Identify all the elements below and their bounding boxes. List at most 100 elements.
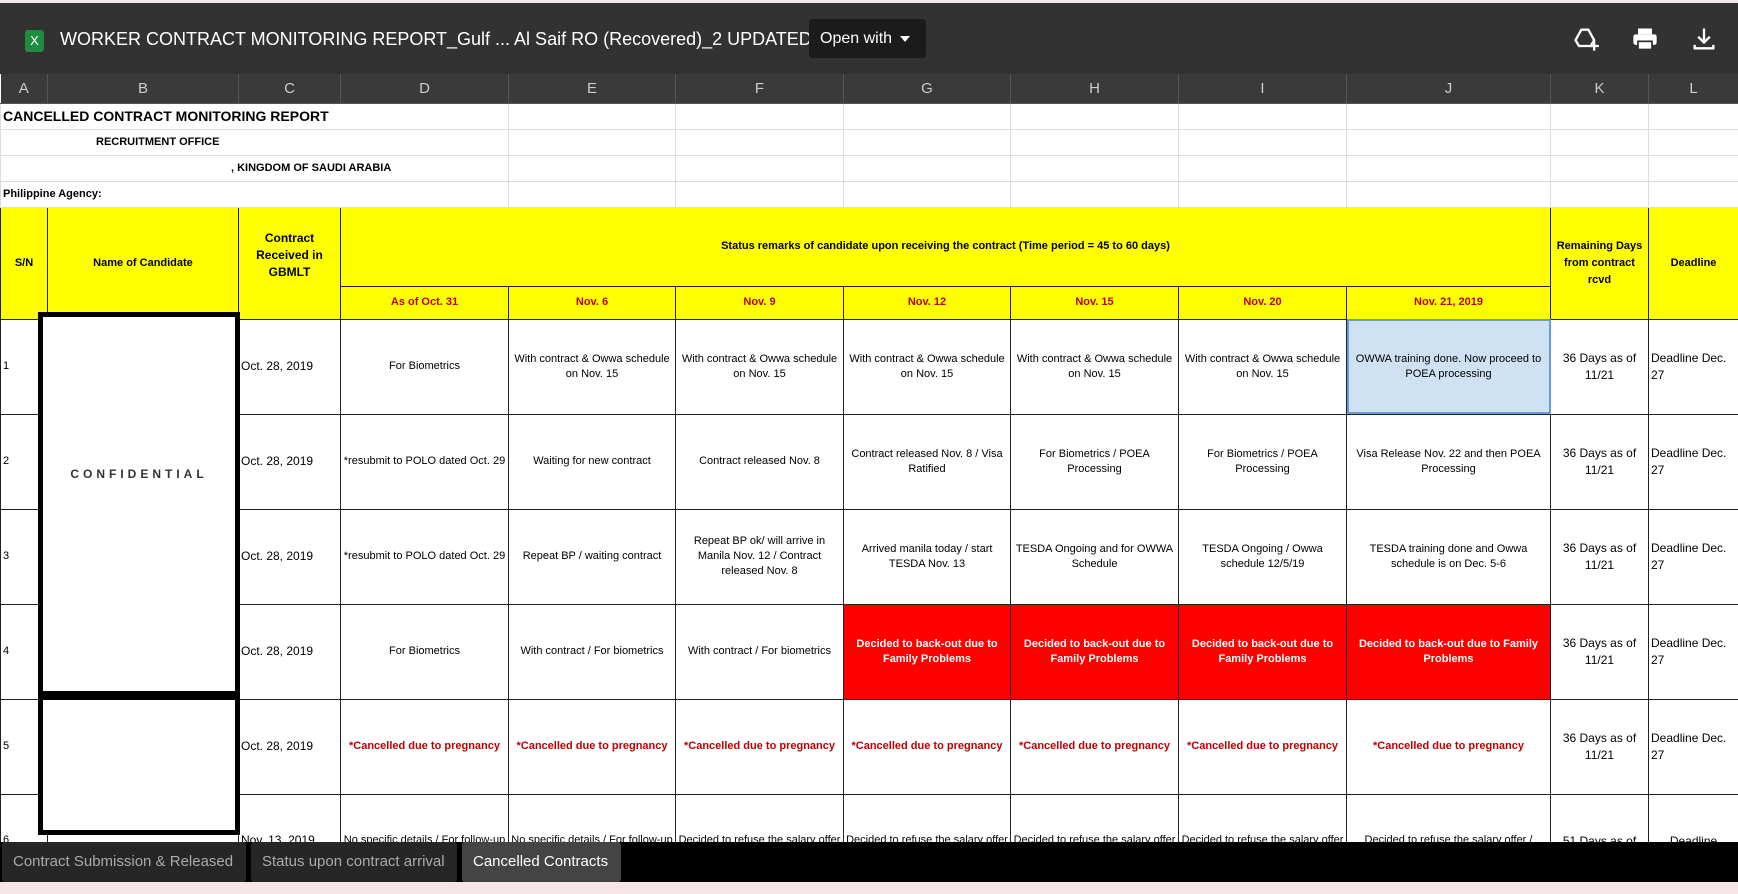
column-header-c[interactable]: C <box>238 74 341 104</box>
tab-cancelled-contracts[interactable]: Cancelled Contracts <box>462 842 621 882</box>
remaining-days-cell[interactable]: 36 Days as of 11/21 <box>1550 698 1649 795</box>
status-cell[interactable]: No specific details / For follow-up <box>340 793 509 842</box>
sheet-tabs: Contract Submission & Released Status up… <box>0 842 1738 882</box>
print-icon[interactable] <box>1631 25 1659 53</box>
status-cell[interactable]: Repeat BP ok/ will arrive in Manila Nov.… <box>675 508 844 605</box>
column-header-f[interactable]: F <box>675 74 844 104</box>
header-date: Nov. 20 <box>1178 285 1347 320</box>
column-header-i[interactable]: I <box>1178 74 1347 104</box>
contract-received-cell[interactable]: Oct. 28, 2019 <box>238 508 341 605</box>
status-cell[interactable]: Decided to refuse the salary offer <box>1178 793 1347 842</box>
contract-received-cell[interactable]: Nov. 13, 2019 <box>238 793 341 842</box>
status-cell[interactable]: Decided to refuse the salary offer <box>1010 793 1179 842</box>
status-cell[interactable]: For Biometrics <box>340 318 509 415</box>
status-cell[interactable]: Decided to back-out due to Family Proble… <box>1010 603 1179 700</box>
status-cell[interactable]: With contract & Owwa schedule on Nov. 15 <box>675 318 844 415</box>
status-cell[interactable]: For Biometrics / POEA Processing <box>1178 413 1347 510</box>
tab-label: Cancelled Contracts <box>473 853 609 870</box>
header-received: Contract Received in GBMLT <box>238 206 341 320</box>
contract-received-cell[interactable]: Oct. 28, 2019 <box>238 413 341 510</box>
column-header-k[interactable]: K <box>1550 74 1649 104</box>
status-cell[interactable]: *Cancelled due to pregnancy <box>340 698 509 795</box>
table-row: 2 Oct. 28, 2019 *resubmit to POLO dated Oc… <box>0 413 1738 510</box>
header-date: As of Oct. 31 <box>340 285 509 320</box>
remaining-days-cell[interactable]: 36 Days as of 11/21 <box>1550 508 1649 605</box>
status-cell[interactable]: With contract & Owwa schedule on Nov. 15 <box>508 318 676 415</box>
deadline-cell[interactable]: Deadline Dec. 27 <box>1648 413 1738 510</box>
redacted-names-box: CONFIDENTIAL <box>38 312 240 696</box>
deadline-cell[interactable]: Deadline Dec. 27 <box>1648 603 1738 700</box>
column-header-h[interactable]: H <box>1010 74 1179 104</box>
status-cell[interactable]: *Cancelled due to pregnancy <box>1178 698 1347 795</box>
chevron-down-icon <box>900 35 911 42</box>
remaining-days-cell[interactable]: 36 Days as of 11/21 <box>1550 603 1649 700</box>
tab-status-upon-arrival[interactable]: Status upon contract arrival <box>251 842 457 882</box>
deadline-cell[interactable]: Deadline Dec. 27 <box>1648 698 1738 795</box>
remaining-days-cell[interactable]: 51 Days as of <box>1550 793 1649 842</box>
status-cell[interactable]: *Cancelled due to pregnancy <box>1010 698 1179 795</box>
contract-received-cell[interactable]: Oct. 28, 2019 <box>238 603 341 700</box>
status-cell[interactable]: Visa Release Nov. 22 and then POEA Proce… <box>1346 413 1551 510</box>
column-header-j[interactable]: J <box>1346 74 1551 104</box>
status-cell[interactable]: TESDA Ongoing / Owwa schedule 12/5/19 <box>1178 508 1347 605</box>
status-cell[interactable]: No specific details / For follow-up <box>508 793 676 842</box>
status-cell[interactable]: *Cancelled due to pregnancy <box>1346 698 1551 795</box>
status-cell[interactable]: Decided to refuse the salary offer <box>843 793 1011 842</box>
header-deadline: Deadline <box>1648 206 1738 320</box>
header-date: Nov. 6 <box>508 285 676 320</box>
status-cell[interactable]: Decided to refuse the salary offer <box>675 793 844 842</box>
deadline-cell[interactable]: Deadline Dec. 27 <box>1648 508 1738 605</box>
column-header-e[interactable]: E <box>508 74 676 104</box>
open-with-button[interactable]: Open with <box>809 19 926 58</box>
deadline-cell[interactable]: Deadline <box>1648 793 1738 842</box>
header-date: Nov. 15 <box>1010 285 1179 320</box>
status-cell[interactable]: With contract / For biometrics <box>675 603 844 700</box>
deadline-cell[interactable]: Deadline Dec. 27 <box>1648 318 1738 415</box>
status-cell[interactable]: *Cancelled due to pregnancy <box>508 698 676 795</box>
status-cell[interactable]: Arrived manila today / start TESDA Nov. … <box>843 508 1011 605</box>
column-header-b[interactable]: B <box>47 74 239 104</box>
download-icon[interactable] <box>1690 25 1718 53</box>
remaining-days-cell[interactable]: 36 Days as of 11/21 <box>1550 413 1649 510</box>
status-cell[interactable]: *resubmit to POLO dated Oct. 29 <box>340 508 509 605</box>
remaining-days-cell[interactable]: 36 Days as of 11/21 <box>1550 318 1649 415</box>
status-cell[interactable]: Decided to back-out due to Family Proble… <box>843 603 1011 700</box>
status-cell[interactable]: TESDA training done and Owwa schedule is… <box>1346 508 1551 605</box>
spreadsheet-grid[interactable]: ABCDEFGHIJKL CANCELLED CONTRACT MONITORI… <box>0 74 1738 842</box>
status-cell[interactable]: For Biometrics <box>340 603 509 700</box>
status-cell[interactable]: With contract & Owwa schedule on Nov. 15 <box>843 318 1011 415</box>
status-cell[interactable]: Decided to refuse the salary offer / <box>1346 793 1551 842</box>
status-cell[interactable]: Repeat BP / waiting contract <box>508 508 676 605</box>
header-date: Nov. 9 <box>675 285 844 320</box>
status-cell[interactable]: Contract released Nov. 8 <box>675 413 844 510</box>
contract-received-cell[interactable]: Oct. 28, 2019 <box>238 698 341 795</box>
table-row: 3 Oct. 28, 2019 *resubmit to POLO dated Oc… <box>0 508 1738 605</box>
status-cell[interactable]: Waiting for new contract <box>508 413 676 510</box>
column-header-a[interactable]: A <box>0 74 48 104</box>
status-cell[interactable]: *Cancelled due to pregnancy <box>675 698 844 795</box>
tab-label: Status upon contract arrival <box>262 853 445 870</box>
status-cell[interactable]: OWWA training done. Now proceed to POEA … <box>1346 318 1551 415</box>
status-cell[interactable]: TESDA Ongoing and for OWWA Schedule <box>1010 508 1179 605</box>
confidential-label: CONFIDENTIAL <box>70 467 208 481</box>
status-cell[interactable]: *Cancelled due to pregnancy <box>843 698 1011 795</box>
file-title: WORKER CONTRACT MONITORING REPORT_Gulf .… <box>60 29 848 49</box>
add-to-drive-icon[interactable] <box>1572 25 1600 53</box>
table-row: 6 Nov. 13, 2019 No specific details / For … <box>0 793 1738 842</box>
status-cell[interactable]: For Biometrics / POEA Processing <box>1010 413 1179 510</box>
tab-contract-submission[interactable]: Contract Submission & Released <box>2 842 246 882</box>
viewer-toolbar: X WORKER CONTRACT MONITORING REPORT_Gulf… <box>0 3 1738 74</box>
status-cell[interactable]: With contract & Owwa schedule on Nov. 15 <box>1010 318 1179 415</box>
status-cell[interactable]: *resubmit to POLO dated Oct. 29 <box>340 413 509 510</box>
column-headers: ABCDEFGHIJKL <box>0 74 1738 104</box>
column-header-d[interactable]: D <box>340 74 509 104</box>
status-cell[interactable]: Contract released Nov. 8 / Visa Ratified <box>843 413 1011 510</box>
status-cell[interactable]: Decided to back-out due to Family Proble… <box>1178 603 1347 700</box>
status-cell[interactable]: Decided to back-out due to Family Proble… <box>1346 603 1551 700</box>
contract-received-cell[interactable]: Oct. 28, 2019 <box>238 318 341 415</box>
excel-file-icon: X <box>25 30 44 52</box>
status-cell[interactable]: With contract / For biometrics <box>508 603 676 700</box>
column-header-g[interactable]: G <box>843 74 1011 104</box>
status-cell[interactable]: With contract & Owwa schedule on Nov. 15 <box>1178 318 1347 415</box>
column-header-l[interactable]: L <box>1648 74 1738 104</box>
